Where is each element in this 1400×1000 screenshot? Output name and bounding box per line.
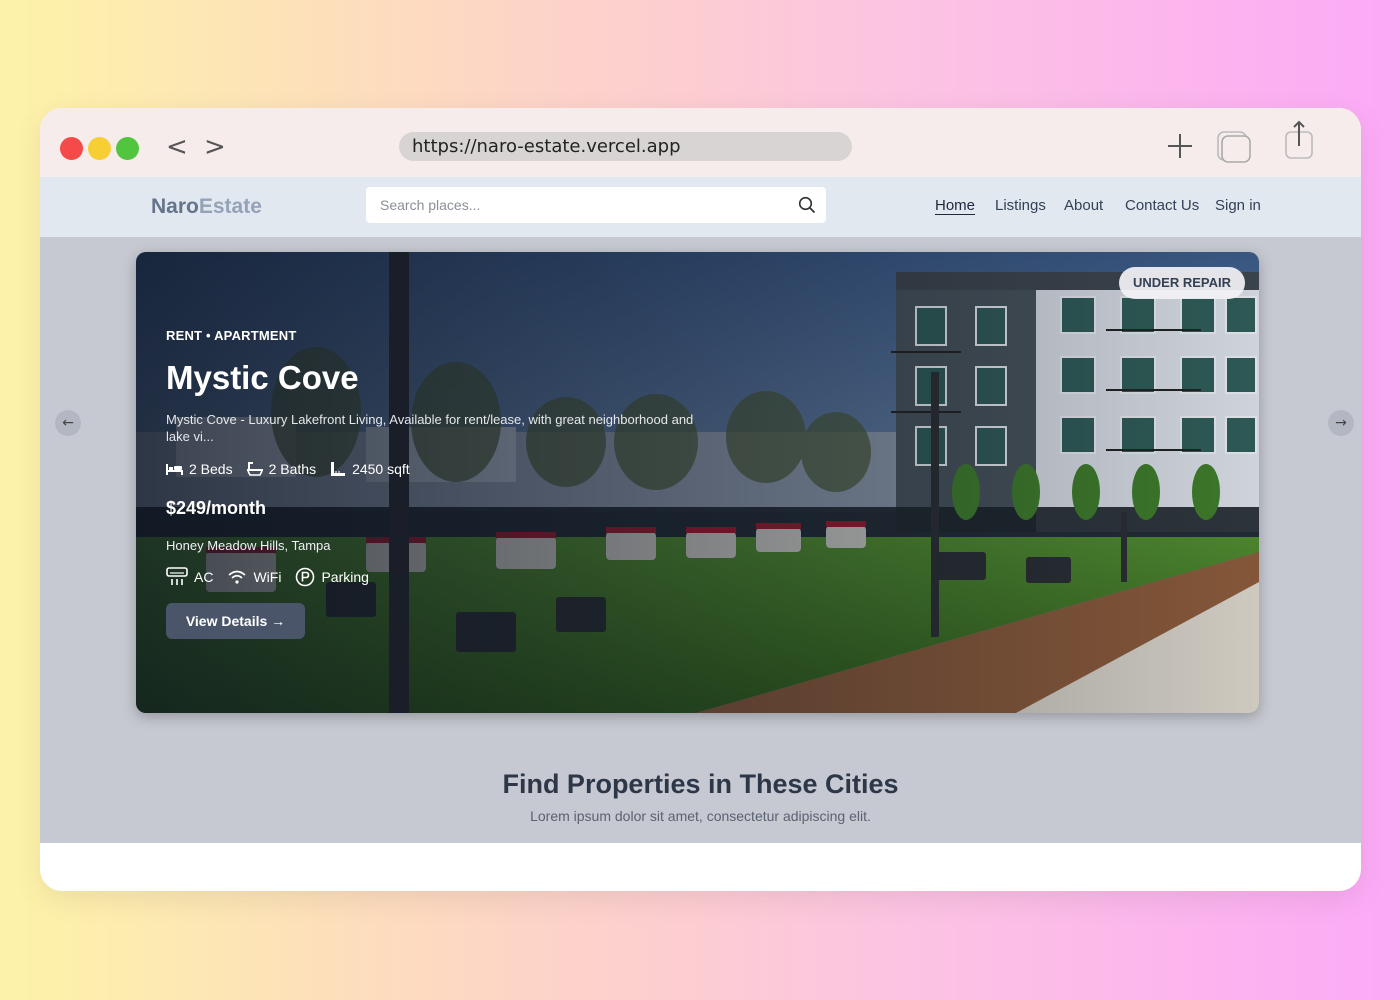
property-title: Mystic Cove: [166, 359, 359, 396]
nav-listings[interactable]: Listings: [995, 197, 1046, 215]
wifi-icon: [228, 570, 246, 584]
beds-label: 2 Beds: [189, 461, 233, 477]
property-description: Mystic Cove - Luxury Lakefront Living, A…: [166, 412, 694, 444]
amenity-wifi-label: WiFi: [253, 569, 282, 585]
property-location: Honey Meadow Hills, Tampa: [166, 538, 331, 553]
area-feature: 2450 sqft: [330, 461, 410, 477]
bath-icon: [246, 462, 263, 476]
search-icon[interactable]: [798, 196, 816, 214]
price: $249/month: [166, 498, 267, 518]
cities-section-subtitle: Lorem ipsum dolor sit amet, consectetur …: [530, 808, 871, 824]
parking-icon: [296, 567, 315, 587]
search-bar: [366, 187, 826, 223]
beds-feature: 2 Beds: [166, 461, 233, 477]
minimize-window-button[interactable]: [88, 137, 111, 160]
amenity-ac-label: AC: [194, 569, 214, 585]
carousel-next-button[interactable]: →: [1328, 410, 1354, 436]
site-header: NaroEstate Home Listings About Contact U…: [40, 177, 1361, 237]
logo-part-naro: Naro: [151, 195, 199, 218]
tabs-overview-icon[interactable]: [1216, 130, 1252, 164]
carousel-prev-button[interactable]: ←: [55, 410, 81, 436]
logo-part-estate: Estate: [198, 195, 262, 218]
baths-label: 2 Baths: [268, 461, 317, 477]
maximize-window-button[interactable]: [116, 137, 139, 160]
address-bar[interactable]: https://naro-estate.vercel.app: [399, 132, 852, 161]
close-window-button[interactable]: [60, 137, 83, 160]
nav-about[interactable]: About: [1064, 197, 1103, 215]
air-conditioner-icon: [166, 567, 188, 585]
back-button[interactable]: <: [166, 132, 188, 162]
area-label: 2450 sqft: [352, 461, 410, 477]
nav-contact-us[interactable]: Contact Us: [1125, 197, 1199, 215]
hero-carousel-slide: UNDER REPAIR RENT • APARTMENT Mystic Cov…: [136, 252, 1259, 713]
amenities-list: AC WiFi Parking: [166, 567, 383, 587]
page-viewport: NaroEstate Home Listings About Contact U…: [40, 177, 1361, 843]
browser-window: < > https://naro-estate.vercel.app NaroE…: [40, 108, 1361, 891]
amenity-parking-label: Parking: [321, 569, 369, 585]
site-logo[interactable]: NaroEstate: [151, 193, 262, 221]
amenity-ac: AC: [166, 567, 213, 587]
browser-toolbar: < > https://naro-estate.vercel.app: [40, 108, 1361, 177]
nav-home[interactable]: Home: [935, 197, 975, 215]
amenity-parking: Parking: [295, 567, 369, 587]
amenity-wifi: WiFi: [227, 569, 281, 585]
forward-button[interactable]: >: [204, 132, 226, 162]
nav-sign-in[interactable]: Sign in: [1215, 197, 1261, 215]
property-photo: [136, 252, 1259, 713]
search-input[interactable]: [366, 187, 786, 223]
ruler-icon: [331, 462, 346, 476]
view-details-button[interactable]: View Details →: [166, 603, 305, 639]
new-tab-icon[interactable]: [1166, 132, 1194, 160]
baths-feature: 2 Baths: [246, 461, 317, 477]
property-features: 2 Beds 2 Baths 2450 sqft: [166, 461, 424, 477]
listing-type: RENT • APARTMENT: [166, 328, 297, 343]
status-badge: UNDER REPAIR: [1119, 267, 1245, 299]
bed-icon: [166, 464, 183, 475]
share-icon[interactable]: [1284, 120, 1314, 160]
cities-section-title: Find Properties in These Cities: [502, 769, 899, 799]
